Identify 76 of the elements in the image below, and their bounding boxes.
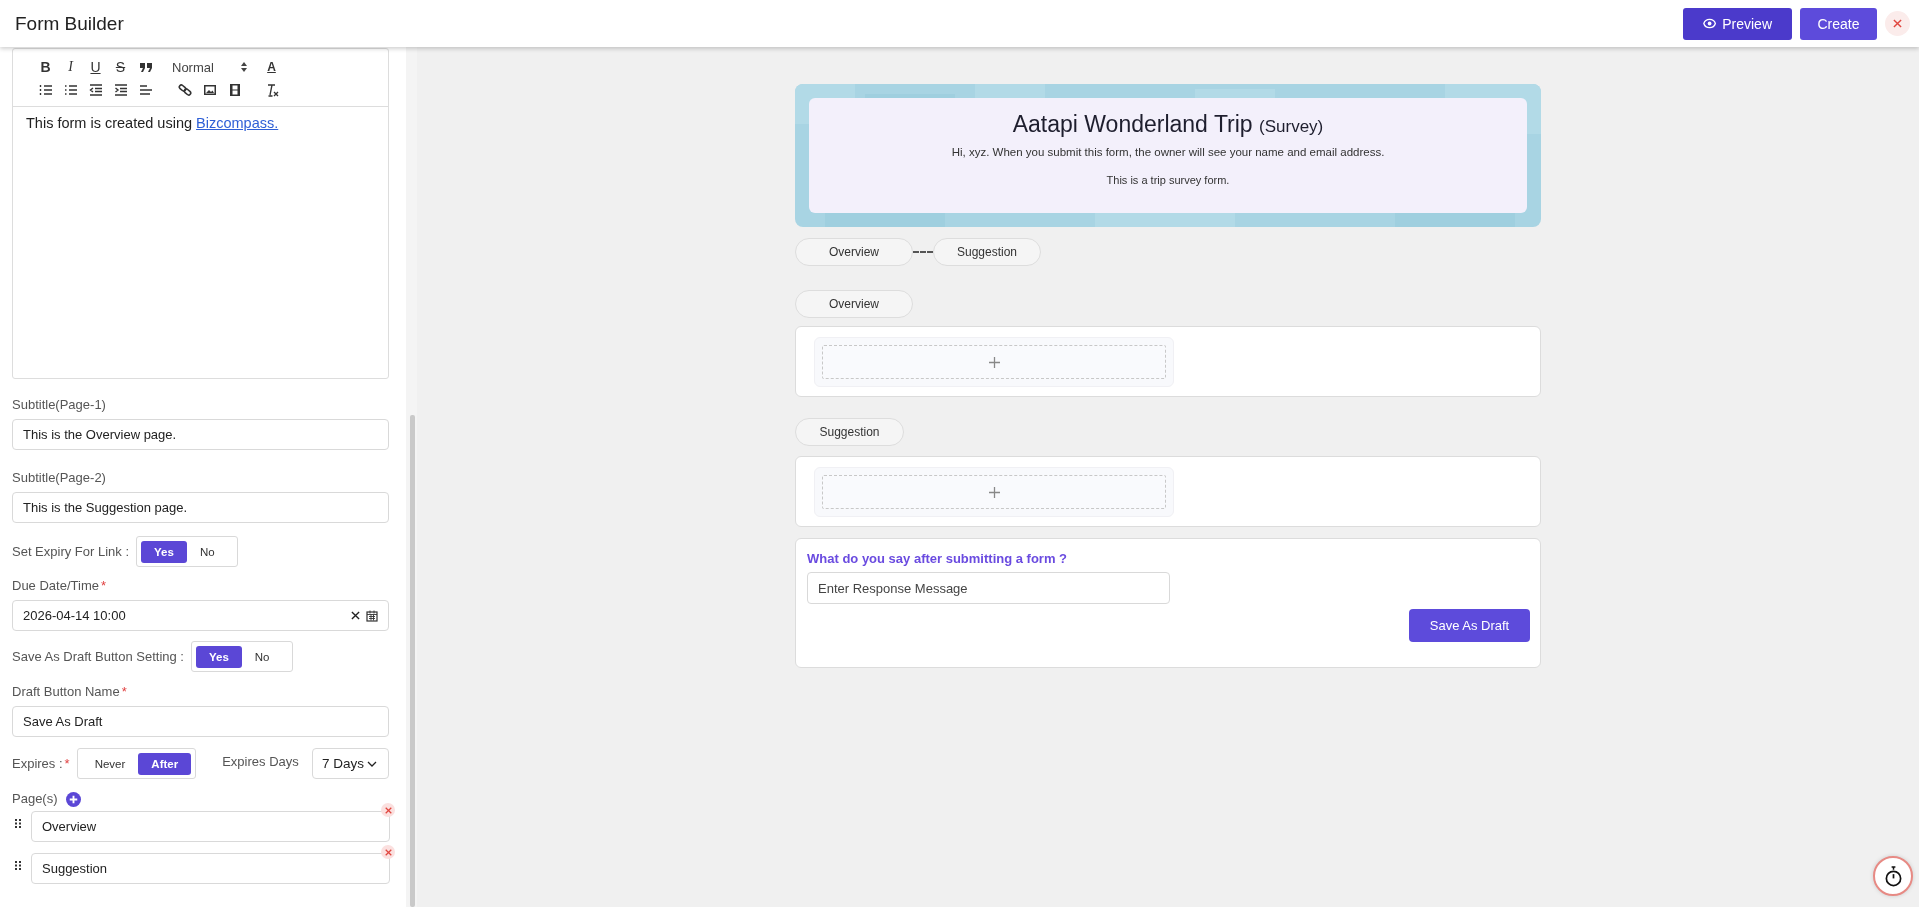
remove-page-button[interactable] bbox=[381, 845, 395, 859]
page-step[interactable]: Overview bbox=[795, 238, 913, 266]
save-as-draft-button[interactable]: Save As Draft bbox=[1409, 609, 1530, 642]
required-mark: * bbox=[64, 756, 70, 771]
stopwatch-icon bbox=[1883, 865, 1903, 887]
toggle-option[interactable]: No bbox=[241, 645, 288, 668]
close-icon bbox=[384, 848, 392, 856]
drag-handle-icon[interactable] bbox=[15, 819, 21, 828]
bold-button[interactable]: B bbox=[38, 59, 53, 75]
form-description: This is a trip survey form. bbox=[1106, 174, 1230, 186]
subtitle-field[interactable]: This is the Suggestion page. bbox=[12, 492, 389, 523]
ordered-list-icon[interactable] bbox=[38, 83, 53, 97]
calendar-icon[interactable] bbox=[366, 609, 378, 622]
page-step[interactable]: Suggestion bbox=[933, 238, 1041, 266]
rich-text-editor[interactable]: B I U S Normal A This form is created using Bizcompass. bbox=[12, 48, 389, 379]
section-label: Overview bbox=[795, 290, 913, 318]
field-label: Subtitle(Page-1) bbox=[12, 397, 106, 413]
sort-arrows-icon bbox=[241, 62, 247, 72]
bizcompass-link[interactable]: Bizcompass. bbox=[196, 115, 279, 131]
close-button[interactable] bbox=[1885, 11, 1910, 36]
field-label: Due Date/Time bbox=[12, 578, 99, 594]
eye-icon bbox=[1703, 18, 1717, 29]
add-field-dropzone[interactable] bbox=[822, 345, 1166, 379]
field-label: Set Expiry For Link : bbox=[12, 544, 130, 559]
quote-icon[interactable] bbox=[138, 60, 153, 74]
toggle-option[interactable]: After bbox=[138, 752, 192, 775]
scrollbar[interactable] bbox=[410, 415, 415, 907]
form-title: Aatapi Wonderland Trip (Survey) bbox=[1012, 111, 1324, 138]
required-mark: * bbox=[100, 578, 106, 594]
toggle-option[interactable]: No bbox=[186, 540, 233, 563]
field-label: Expires : bbox=[12, 756, 63, 771]
toggle-option[interactable]: Never bbox=[81, 752, 139, 775]
add-field-dropzone[interactable] bbox=[822, 475, 1166, 509]
underline-button[interactable]: U bbox=[88, 59, 103, 75]
editor-text: This form is created using Bizcompass. bbox=[25, 114, 280, 133]
italic-button[interactable]: I bbox=[63, 59, 78, 75]
strike-button[interactable]: S bbox=[113, 59, 128, 75]
heading-select[interactable]: Normal bbox=[172, 59, 247, 75]
days-select[interactable]: 7 Days bbox=[312, 748, 389, 779]
draft-name-field[interactable]: Save As Draft bbox=[12, 706, 389, 737]
field-label: Page(s) bbox=[12, 791, 58, 807]
page-name-field[interactable]: Overview bbox=[31, 811, 390, 842]
outdent-icon[interactable] bbox=[88, 83, 103, 97]
video-icon[interactable] bbox=[227, 83, 242, 97]
response-message-field[interactable]: Enter Response Message bbox=[807, 572, 1170, 604]
chevron-down-icon bbox=[367, 760, 378, 767]
clear-icon[interactable] bbox=[351, 611, 360, 620]
toggle-option[interactable]: Yes bbox=[196, 645, 242, 668]
field-label: Draft Button Name bbox=[12, 684, 120, 700]
indent-icon[interactable] bbox=[113, 83, 128, 97]
response-question: What do you say after submitting a form ? bbox=[807, 551, 1069, 566]
page-title: Form Builder bbox=[15, 12, 124, 35]
close-icon bbox=[384, 806, 392, 814]
preview-button[interactable]: Preview bbox=[1683, 7, 1792, 40]
remove-page-button[interactable] bbox=[381, 803, 395, 817]
field-label: Expires Days bbox=[222, 753, 299, 769]
form-notice: Hi, xyz. When you submit this form, the owner will see your name and email address. bbox=[951, 146, 1385, 158]
page-name-field[interactable]: Suggestion bbox=[31, 853, 390, 884]
toggle-option[interactable]: Yes bbox=[141, 540, 187, 563]
plus-icon bbox=[988, 486, 1000, 498]
add-page-icon[interactable] bbox=[65, 791, 81, 807]
close-icon bbox=[1893, 19, 1902, 28]
bullet-list-icon[interactable] bbox=[63, 83, 78, 97]
field-label: Save As Draft Button Setting : bbox=[12, 649, 184, 664]
create-button[interactable]: Create bbox=[1800, 7, 1877, 40]
date-time-field[interactable]: 2026-04-14 10:00 bbox=[12, 600, 389, 631]
image-icon[interactable] bbox=[202, 83, 217, 97]
align-icon[interactable] bbox=[138, 83, 153, 97]
required-mark: * bbox=[121, 684, 127, 700]
plus-icon bbox=[988, 356, 1000, 368]
field-label: Subtitle(Page-2) bbox=[12, 470, 106, 486]
color-button[interactable]: A bbox=[264, 60, 279, 74]
section-label: Suggestion bbox=[795, 418, 904, 446]
drag-handle-icon[interactable] bbox=[15, 861, 21, 870]
subtitle-field[interactable]: This is the Overview page. bbox=[12, 419, 389, 450]
link-icon[interactable] bbox=[177, 83, 192, 97]
